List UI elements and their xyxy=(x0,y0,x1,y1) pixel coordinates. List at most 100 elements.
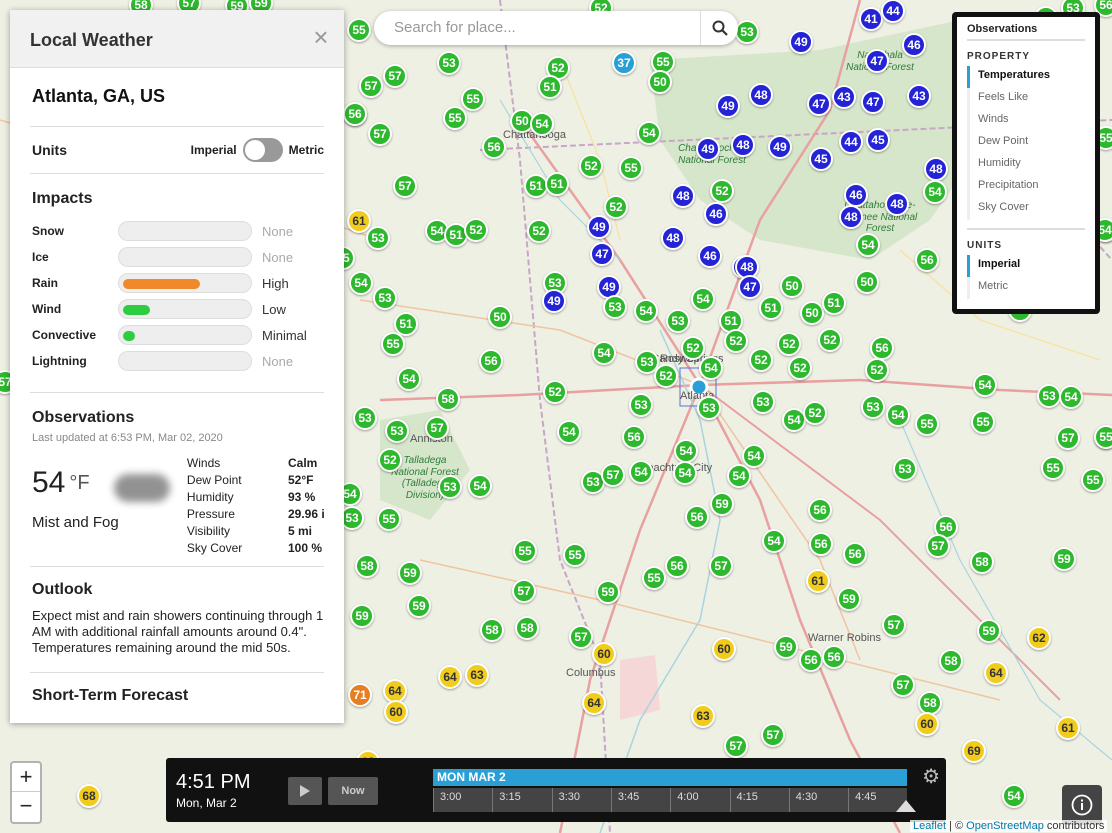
temperature-marker[interactable]: 48 xyxy=(924,157,948,181)
temperature-marker[interactable]: 49 xyxy=(789,30,813,54)
temperature-marker[interactable]: 59 xyxy=(837,587,861,611)
legend-property-temperatures[interactable]: Temperatures xyxy=(967,66,1085,88)
legend-property-dew-point[interactable]: Dew Point xyxy=(967,132,1085,154)
temperature-marker[interactable]: 54 xyxy=(673,461,697,485)
temperature-marker[interactable]: 46 xyxy=(698,244,722,268)
temperature-marker[interactable]: 55 xyxy=(1081,468,1105,492)
temperature-marker[interactable]: 52 xyxy=(724,329,748,353)
temperature-marker[interactable]: 54 xyxy=(1002,784,1026,808)
temperature-marker[interactable]: 53 xyxy=(603,295,627,319)
temperature-marker[interactable]: 60 xyxy=(915,712,939,736)
temperature-marker[interactable]: 64 xyxy=(438,665,462,689)
temperature-marker[interactable]: 54 xyxy=(468,474,492,498)
temperature-marker[interactable]: 58 xyxy=(939,649,963,673)
temperature-marker[interactable]: 58 xyxy=(480,618,504,642)
temperature-marker[interactable]: 53 xyxy=(353,406,377,430)
units-toggle[interactable] xyxy=(242,138,283,162)
temperature-marker[interactable]: 53 xyxy=(366,226,390,250)
temperature-marker[interactable]: 47 xyxy=(865,49,889,73)
temperature-marker[interactable]: 57 xyxy=(569,625,593,649)
temperature-marker[interactable]: 57 xyxy=(359,74,383,98)
temperature-marker[interactable]: 48 xyxy=(671,184,695,208)
temperature-marker[interactable]: 68 xyxy=(77,784,101,808)
temperature-marker[interactable]: 56 xyxy=(915,248,939,272)
temperature-marker[interactable]: 59 xyxy=(1052,547,1076,571)
temperature-marker[interactable]: 47 xyxy=(738,275,762,299)
temperature-marker[interactable]: 58 xyxy=(355,554,379,578)
temperature-marker[interactable]: 55 xyxy=(381,332,405,356)
temperature-marker[interactable]: 57 xyxy=(393,174,417,198)
temperature-marker[interactable]: 45 xyxy=(866,128,890,152)
temperature-marker[interactable]: 61 xyxy=(806,569,830,593)
zoom-out-button[interactable]: − xyxy=(12,792,40,821)
temperature-marker[interactable]: 55 xyxy=(1094,425,1112,449)
temperature-marker[interactable]: 63 xyxy=(691,704,715,728)
temperature-marker[interactable]: 59 xyxy=(350,604,374,628)
temperature-marker[interactable]: 54 xyxy=(637,121,661,145)
temperature-marker[interactable]: 57 xyxy=(512,579,536,603)
temperature-marker[interactable]: 43 xyxy=(832,85,856,109)
temperature-marker[interactable]: 55 xyxy=(642,566,666,590)
temperature-marker[interactable]: 47 xyxy=(590,242,614,266)
temperature-marker[interactable]: 52 xyxy=(464,218,488,242)
search-input[interactable] xyxy=(392,18,692,37)
temperature-marker[interactable]: 62 xyxy=(1027,626,1051,650)
now-button[interactable]: Now xyxy=(328,777,378,805)
temperature-marker[interactable]: 57 xyxy=(425,416,449,440)
temperature-marker[interactable]: 54 xyxy=(856,233,880,257)
temperature-marker[interactable]: 59 xyxy=(398,561,422,585)
temperature-marker[interactable]: 57 xyxy=(601,463,625,487)
legend-unit-imperial[interactable]: Imperial xyxy=(967,255,1085,277)
legend-property-precipitation[interactable]: Precipitation xyxy=(967,176,1085,198)
temperature-marker[interactable]: 59 xyxy=(774,635,798,659)
close-icon[interactable]: × xyxy=(310,24,332,50)
search-button[interactable] xyxy=(700,11,738,45)
temperature-marker[interactable]: 53 xyxy=(751,390,775,414)
temperature-marker[interactable]: 52 xyxy=(579,154,603,178)
temperature-marker[interactable]: 46 xyxy=(844,183,868,207)
temperature-marker[interactable]: 55 xyxy=(619,156,643,180)
leaflet-link[interactable]: Leaflet xyxy=(913,820,946,832)
temperature-marker[interactable]: 54 xyxy=(592,341,616,365)
temperature-marker[interactable]: 53 xyxy=(373,286,397,310)
temperature-marker[interactable]: 56 xyxy=(808,498,832,522)
temperature-marker[interactable]: 54 xyxy=(349,271,373,295)
temperature-marker[interactable]: 51 xyxy=(538,75,562,99)
temperature-marker[interactable]: 58 xyxy=(515,616,539,640)
temperature-marker[interactable]: 43 xyxy=(907,84,931,108)
temperature-marker[interactable]: 49 xyxy=(696,137,720,161)
temperature-marker[interactable]: 48 xyxy=(749,83,773,107)
temperature-marker[interactable]: 53 xyxy=(666,309,690,333)
temperature-marker[interactable]: 58 xyxy=(436,387,460,411)
temperature-marker[interactable]: 55 xyxy=(563,543,587,567)
temperature-marker[interactable]: 52 xyxy=(803,401,827,425)
temperature-marker[interactable]: 52 xyxy=(865,358,889,382)
temperature-marker[interactable]: 51 xyxy=(822,291,846,315)
temperature-marker[interactable]: 53 xyxy=(735,20,759,44)
temperature-marker[interactable]: 54 xyxy=(742,444,766,468)
temperature-marker[interactable]: 52 xyxy=(710,179,734,203)
temperature-marker[interactable]: 54 xyxy=(634,299,658,323)
temperature-marker[interactable]: 59 xyxy=(710,492,734,516)
temperature-marker[interactable]: 50 xyxy=(488,305,512,329)
gear-icon[interactable]: ⚙ xyxy=(922,764,940,789)
temperature-marker[interactable]: 53 xyxy=(697,396,721,420)
temperature-marker[interactable]: 51 xyxy=(545,172,569,196)
temperature-marker[interactable]: 46 xyxy=(902,33,926,57)
temperature-marker[interactable]: 55 xyxy=(461,87,485,111)
temperature-marker[interactable]: 64 xyxy=(582,691,606,715)
temperature-marker[interactable]: 52 xyxy=(543,380,567,404)
temperature-marker[interactable]: 57 xyxy=(891,673,915,697)
temperature-marker[interactable]: 55 xyxy=(1041,456,1065,480)
temperature-marker[interactable]: 48 xyxy=(839,205,863,229)
temperature-marker[interactable]: 56 xyxy=(622,425,646,449)
temperature-marker[interactable]: 54 xyxy=(923,180,947,204)
temperature-marker[interactable]: 41 xyxy=(859,7,883,31)
temperature-marker[interactable]: 60 xyxy=(712,637,736,661)
temperature-marker[interactable]: 53 xyxy=(893,457,917,481)
temperature-marker[interactable]: 37 xyxy=(612,51,636,75)
temperature-marker[interactable]: 54 xyxy=(530,112,554,136)
temperature-marker[interactable]: 60 xyxy=(592,642,616,666)
temperature-marker[interactable]: 51 xyxy=(759,296,783,320)
temperature-marker[interactable]: 56 xyxy=(343,102,367,126)
